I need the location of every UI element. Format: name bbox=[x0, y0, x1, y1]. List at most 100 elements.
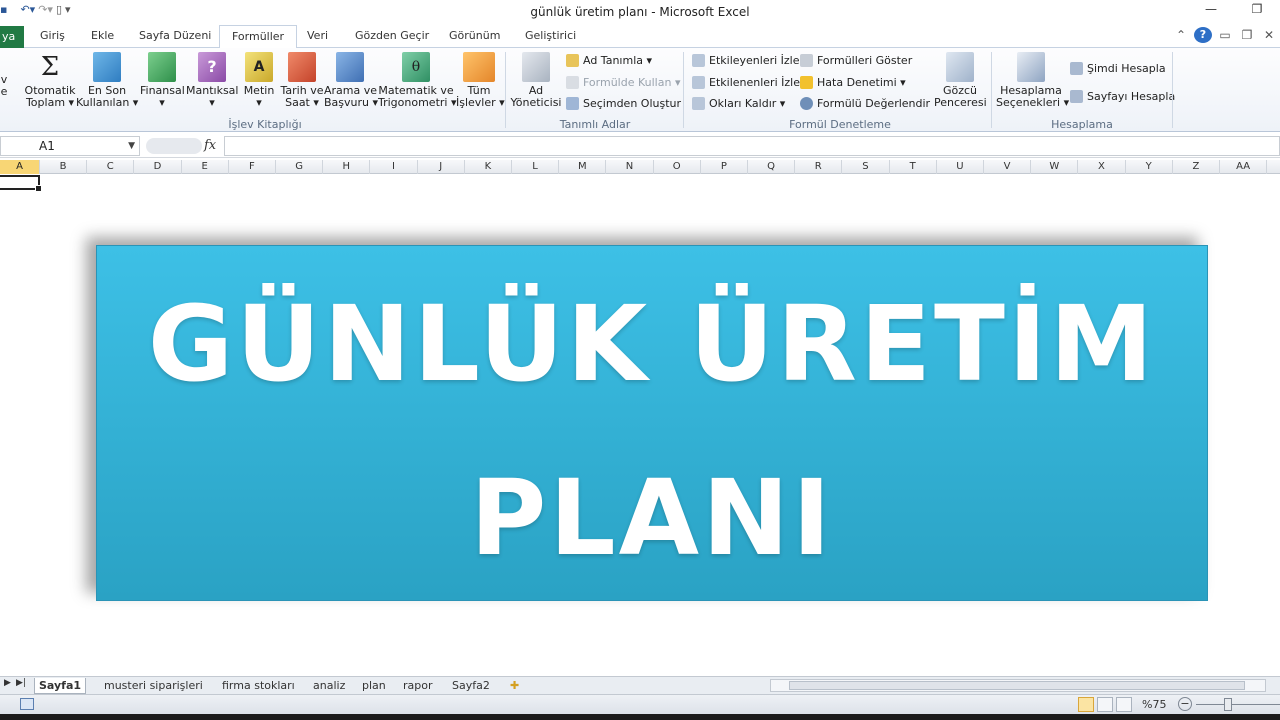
sheet-tab-firma-stoklari[interactable]: firma stokları bbox=[218, 678, 299, 694]
horizontal-scroll-thumb[interactable] bbox=[789, 681, 1245, 690]
tab-gelistirici[interactable]: Geliştirici bbox=[525, 29, 576, 42]
minimize-icon[interactable]: — bbox=[1188, 2, 1234, 16]
sheet-tab-analiz[interactable]: analiz bbox=[309, 678, 349, 694]
column-header-w[interactable]: W bbox=[1031, 160, 1079, 174]
column-header-m[interactable]: M bbox=[559, 160, 607, 174]
column-header-i[interactable]: I bbox=[370, 160, 418, 174]
create-from-selection-button[interactable]: Seçimden Oluştur bbox=[566, 97, 681, 110]
name-box[interactable]: A1 ▼ bbox=[0, 136, 140, 156]
restore-icon[interactable]: ❐ bbox=[1234, 2, 1280, 16]
horizontal-scrollbar[interactable] bbox=[770, 679, 1266, 692]
group-label-audit: Formül Denetleme bbox=[789, 118, 891, 131]
evaluate-formula-button[interactable]: Formülü Değerlendir bbox=[800, 97, 930, 110]
recently-used-button[interactable]: En Son Kullanılan ▾ bbox=[76, 52, 138, 109]
macro-record-icon[interactable] bbox=[20, 698, 34, 710]
zoom-slider-thumb[interactable] bbox=[1224, 698, 1232, 711]
calculate-sheet-button[interactable]: Sayfayı Hesapla bbox=[1070, 90, 1175, 103]
tab-file[interactable]: ya bbox=[0, 26, 24, 48]
all-label-2: İşlevler ▾ bbox=[456, 96, 505, 109]
page-layout-view-icon[interactable] bbox=[1097, 697, 1113, 712]
column-header-n[interactable]: N bbox=[606, 160, 654, 174]
use-in-formula-button[interactable]: Formülde Kullan ▾ bbox=[566, 76, 680, 89]
window-minimize-icon[interactable]: ▭ bbox=[1216, 28, 1234, 42]
datetime-button[interactable]: Tarih ve Saat ▾ bbox=[280, 52, 324, 109]
all-functions-button[interactable]: Tüm İşlevler ▾ bbox=[456, 52, 505, 109]
zoom-level[interactable]: %75 bbox=[1142, 698, 1166, 711]
collapse-ribbon-icon[interactable]: ⌃ bbox=[1172, 28, 1190, 42]
column-header-l[interactable]: L bbox=[512, 160, 560, 174]
insert-function-button[interactable]: v e bbox=[0, 74, 8, 98]
column-header-k[interactable]: K bbox=[465, 160, 512, 174]
formula-bar-resize-handle[interactable] bbox=[146, 138, 202, 154]
tab-ekle[interactable]: Ekle bbox=[91, 29, 114, 42]
zoom-slider-track[interactable] bbox=[1196, 704, 1280, 705]
column-header-o[interactable]: O bbox=[654, 160, 701, 174]
normal-view-icon[interactable] bbox=[1078, 697, 1094, 712]
column-header-aa[interactable]: AA bbox=[1220, 160, 1268, 174]
insert-sheet-icon[interactable]: ✚ bbox=[506, 678, 523, 694]
column-header-j[interactable]: J bbox=[418, 160, 465, 174]
help-icon[interactable]: ? bbox=[1194, 27, 1212, 43]
column-header-g[interactable]: G bbox=[276, 160, 324, 174]
autosum-button[interactable]: Σ Otomatik Toplam ▾ bbox=[22, 52, 78, 109]
title-bar: ▪ ↶▾ ↷▾ ▯ ▾ günlük üretim planı - Micros… bbox=[0, 0, 1280, 24]
define-name-label: Ad Tanımla ▾ bbox=[583, 54, 653, 67]
remove-arrows-button[interactable]: Okları Kaldır ▾ bbox=[692, 97, 785, 110]
active-cell-selection[interactable] bbox=[0, 175, 42, 192]
tab-formuller[interactable]: Formüller bbox=[219, 25, 298, 49]
group-separator bbox=[991, 52, 992, 128]
trace-dependents-button[interactable]: Etkilenenleri İzle bbox=[692, 76, 800, 89]
column-header-b[interactable]: B bbox=[40, 160, 88, 174]
tab-gorunum[interactable]: Görünüm bbox=[449, 29, 500, 42]
text-button[interactable]: A Metin ▾ bbox=[242, 52, 276, 109]
define-name-button[interactable]: Ad Tanımla ▾ bbox=[566, 54, 652, 67]
column-header-r[interactable]: R bbox=[795, 160, 843, 174]
column-header-p[interactable]: P bbox=[701, 160, 748, 174]
column-header-s[interactable]: S bbox=[842, 160, 890, 174]
window-close-icon[interactable]: ✕ bbox=[1260, 28, 1278, 42]
tab-giris[interactable]: Giriş bbox=[40, 29, 65, 42]
column-header-a[interactable]: A bbox=[0, 160, 40, 174]
column-header-z[interactable]: Z bbox=[1173, 160, 1220, 174]
title-banner-shape[interactable]: GÜNLÜK ÜRETİM PLANI bbox=[96, 245, 1208, 601]
watch-window-button[interactable]: Gözcü Penceresi bbox=[934, 52, 987, 109]
tab-veri[interactable]: Veri bbox=[307, 29, 328, 42]
tab-sayfa-duzeni[interactable]: Sayfa Düzeni bbox=[139, 29, 211, 42]
column-header-c[interactable]: C bbox=[87, 160, 135, 174]
lookup-button[interactable]: Arama ve Başvuru ▾ bbox=[324, 52, 378, 109]
sheet-nav-prev-icon[interactable]: ▶ bbox=[4, 678, 11, 688]
page-break-view-icon[interactable] bbox=[1116, 697, 1132, 712]
zoom-out-icon[interactable]: − bbox=[1178, 697, 1192, 711]
name-manager-button[interactable]: Ad Yöneticisi bbox=[510, 52, 562, 109]
window-restore-icon[interactable]: ❐ bbox=[1238, 28, 1256, 42]
column-header-q[interactable]: Q bbox=[748, 160, 796, 174]
sheet-tab-sayfa1[interactable]: Sayfa1 bbox=[34, 678, 87, 694]
calc-options-button[interactable]: Hesaplama Seçenekleri ▾ bbox=[996, 52, 1069, 109]
calculate-now-button[interactable]: Şimdi Hesapla bbox=[1070, 62, 1166, 75]
column-header-t[interactable]: T bbox=[890, 160, 937, 174]
sheet-nav-last-icon[interactable]: ▶| bbox=[16, 678, 26, 688]
sheet-tab-rapor[interactable]: rapor bbox=[399, 678, 437, 694]
column-header-e[interactable]: E bbox=[182, 160, 229, 174]
formula-input[interactable] bbox=[224, 136, 1280, 156]
tab-gozden-gecir[interactable]: Gözden Geçir bbox=[355, 29, 429, 42]
logical-button[interactable]: ? Mantıksal ▾ bbox=[186, 52, 238, 109]
column-header-u[interactable]: U bbox=[937, 160, 984, 174]
create-from-selection-label: Seçimden Oluştur bbox=[583, 97, 682, 110]
math-trig-button[interactable]: θ Matematik ve Trigonometri ▾ bbox=[378, 52, 457, 109]
column-header-f[interactable]: F bbox=[229, 160, 276, 174]
show-formulas-button[interactable]: Formülleri Göster bbox=[800, 54, 912, 67]
error-checking-button[interactable]: Hata Denetimi ▾ bbox=[800, 76, 906, 89]
column-header-x[interactable]: X bbox=[1078, 160, 1126, 174]
sheet-tab-plan[interactable]: plan bbox=[358, 678, 390, 694]
column-header-y[interactable]: Y bbox=[1126, 160, 1173, 174]
sheet-tab-sayfa2[interactable]: Sayfa2 bbox=[448, 678, 494, 694]
sheet-tab-musteri-siparisleri[interactable]: musteri siparişleri bbox=[100, 678, 207, 694]
financial-button[interactable]: Finansal ▾ bbox=[140, 52, 185, 109]
column-header-v[interactable]: V bbox=[984, 160, 1032, 174]
insert-function-fx-button[interactable]: fx bbox=[204, 138, 216, 153]
column-header-h[interactable]: H bbox=[323, 160, 371, 174]
column-header-d[interactable]: D bbox=[134, 160, 182, 174]
name-box-dropdown-icon[interactable]: ▼ bbox=[128, 137, 135, 155]
trace-precedents-button[interactable]: Etkileyenleri İzle bbox=[692, 54, 800, 67]
